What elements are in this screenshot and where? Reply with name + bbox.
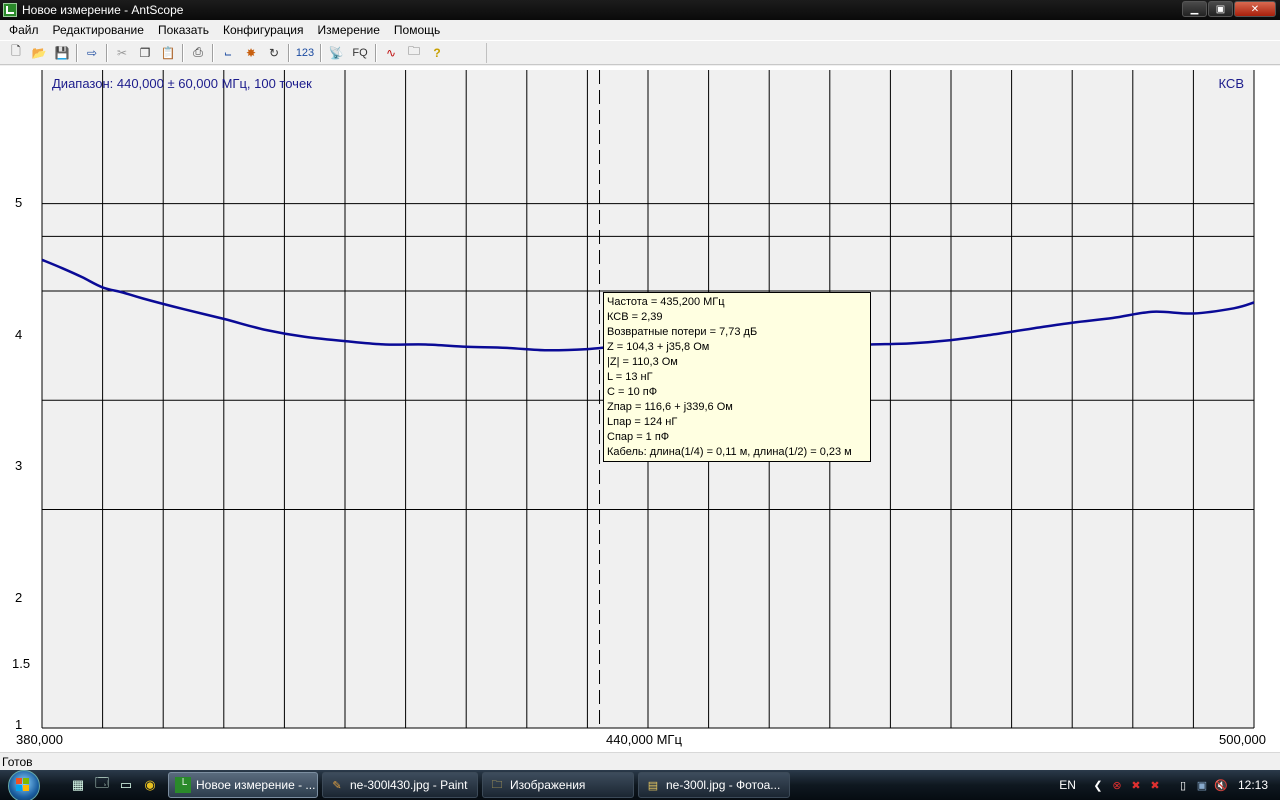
security-alert-icon[interactable]: ⊗	[1109, 777, 1125, 793]
menu-configuration[interactable]: Конфигурация	[216, 20, 311, 40]
numeric-view-button[interactable]: 123	[294, 43, 316, 63]
save-icon[interactable]: 💾	[52, 43, 72, 63]
y-tick-1-5: 1.5	[12, 656, 30, 671]
help-icon[interactable]: ?	[427, 43, 447, 63]
tooltip-impedance-magnitude: |Z| = 110,3 Ом	[607, 356, 678, 368]
x-tick-center: 440,000 МГц	[606, 732, 682, 747]
battery-icon[interactable]: ▯	[1175, 777, 1191, 793]
y-tick-3: 3	[15, 458, 22, 473]
copy-icon[interactable]: ❐	[135, 43, 155, 63]
tooltip-parallel-impedance: Zпар = 116,6 + j339,6 Ом	[607, 401, 733, 413]
task-photo-viewer[interactable]: ▤ ne-300l.jpg - Фотоа...	[638, 772, 790, 798]
chrome-icon[interactable]: ◉	[140, 775, 160, 795]
tray-separator	[1166, 777, 1172, 793]
start-button[interactable]	[6, 770, 50, 800]
minimize-button[interactable]: ▁	[1182, 1, 1207, 17]
refresh-icon[interactable]: ↻	[264, 43, 284, 63]
measurement-tooltip: Частота = 435,200 МГц КСВ = 2,39 Возврат…	[603, 292, 871, 462]
toolbar: 🗋 📂 💾 ⇨ ✂ ❐ 📋 ⎙ ⨽ ✸ ↻ 123 📡 FQ ∿ 🗀 ?	[0, 40, 1280, 65]
antscope-task-icon: └	[175, 777, 191, 793]
toolbar-separator	[288, 43, 290, 62]
export-icon[interactable]: ⇨	[82, 43, 102, 63]
tooltip-cable-length: Кабель: длина(1/4) = 0,11 м, длина(1/2) …	[607, 446, 852, 458]
toolbar-separator	[182, 43, 184, 62]
menu-help[interactable]: Помощь	[387, 20, 447, 40]
folder-icon[interactable]: 🗀	[404, 43, 424, 63]
folder-task-icon: 🗀	[491, 778, 503, 791]
tooltip-parallel-capacitance: Cпар = 1 пФ	[607, 431, 670, 443]
taskbar: ▦ 🗔 ▭ ◉ └ Новое измерение - ... ✎ ne-300…	[0, 770, 1280, 800]
system-tray: EN ❮ ⊗ ✖ ✖ ▯ ▣ 🔇 12:13	[1059, 770, 1280, 800]
print-icon[interactable]: ⎙	[188, 43, 208, 63]
tooltip-parallel-inductance: Lпар = 124 нГ	[607, 416, 678, 428]
app-icon	[3, 3, 17, 17]
marker-icon[interactable]: ✸	[241, 43, 261, 63]
toolbar-end-divider	[486, 43, 487, 63]
tooltip-swr: КСВ = 2,39	[607, 311, 663, 323]
tooltip-inductance: L = 13 нГ	[607, 371, 653, 383]
tray-expand-icon[interactable]: ❮	[1090, 777, 1106, 793]
network-icon[interactable]: ✖	[1147, 777, 1163, 793]
toolbar-separator	[106, 43, 108, 62]
menu-bar: Файл Редактирование Показать Конфигураци…	[0, 20, 1280, 40]
clock[interactable]: 12:13	[1238, 778, 1268, 792]
network-icon[interactable]: ✖	[1128, 777, 1144, 793]
task-images[interactable]: 🗀 Изображения	[482, 772, 634, 798]
paint-task-icon: ✎	[332, 779, 342, 792]
menu-view[interactable]: Показать	[151, 20, 216, 40]
swr-label: КСВ	[1219, 76, 1245, 91]
task-antscope[interactable]: └ Новое измерение - ...	[168, 772, 318, 798]
curves-icon[interactable]: ∿	[381, 43, 401, 63]
menu-edit[interactable]: Редактирование	[46, 20, 151, 40]
device-icon[interactable]: ▣	[1194, 777, 1210, 793]
cut-icon[interactable]: ✂	[112, 43, 132, 63]
toolbar-separator	[375, 43, 377, 62]
toolbar-separator	[212, 43, 214, 62]
y-tick-1: 1	[15, 717, 22, 732]
tooltip-capacitance: C = 10 пФ	[607, 386, 658, 398]
range-label: Диапазон: 440,000 ± 60,000 МГц, 100 точе…	[52, 76, 312, 91]
tooltip-frequency: Частота = 435,200 МГц	[607, 296, 725, 308]
tooltip-impedance: Z = 104,3 + j35,8 Ом	[607, 341, 710, 353]
status-text: Готов	[2, 755, 33, 769]
y-tick-4: 4	[15, 327, 22, 342]
windows-logo-icon	[16, 778, 30, 792]
x-tick-start: 380,000	[16, 732, 63, 747]
toolbar-separator	[320, 43, 322, 62]
y-tick-5: 5	[15, 195, 22, 210]
volume-muted-icon[interactable]: 🔇	[1213, 777, 1229, 793]
tooltip-return-loss: Возвратные потери = 7,73 дБ	[607, 326, 758, 338]
photo-viewer-task-icon: ▤	[647, 779, 659, 792]
menu-file[interactable]: Файл	[2, 20, 46, 40]
paste-icon[interactable]: 📋	[158, 43, 178, 63]
explorer-icon[interactable]: 🗔	[92, 775, 112, 795]
close-button[interactable]: ✕	[1234, 1, 1276, 17]
menu-measurement[interactable]: Измерение	[310, 20, 386, 40]
new-file-icon[interactable]: 🗋	[6, 43, 26, 63]
fq-button[interactable]: FQ	[349, 43, 371, 63]
chart-icon[interactable]: ⨽	[218, 43, 238, 63]
calculator-icon[interactable]: ▦	[68, 775, 88, 795]
x-tick-end: 500,000	[1219, 732, 1266, 747]
title-bar: Новое измерение - AntScope ▁ ▣ ✕	[0, 0, 1280, 20]
toolbar-separator	[76, 43, 78, 62]
antenna-icon[interactable]: 📡	[326, 43, 346, 63]
y-tick-2: 2	[15, 590, 22, 605]
show-desktop-icon[interactable]: ▭	[116, 775, 136, 795]
window-title: Новое измерение - AntScope	[22, 3, 184, 17]
open-folder-icon[interactable]: 📂	[29, 43, 49, 63]
status-bar: Готов	[0, 752, 1280, 770]
task-paint[interactable]: ✎ ne-300l430.jpg - Paint	[322, 772, 478, 798]
maximize-button[interactable]: ▣	[1208, 1, 1233, 17]
language-indicator[interactable]: EN	[1059, 778, 1076, 792]
